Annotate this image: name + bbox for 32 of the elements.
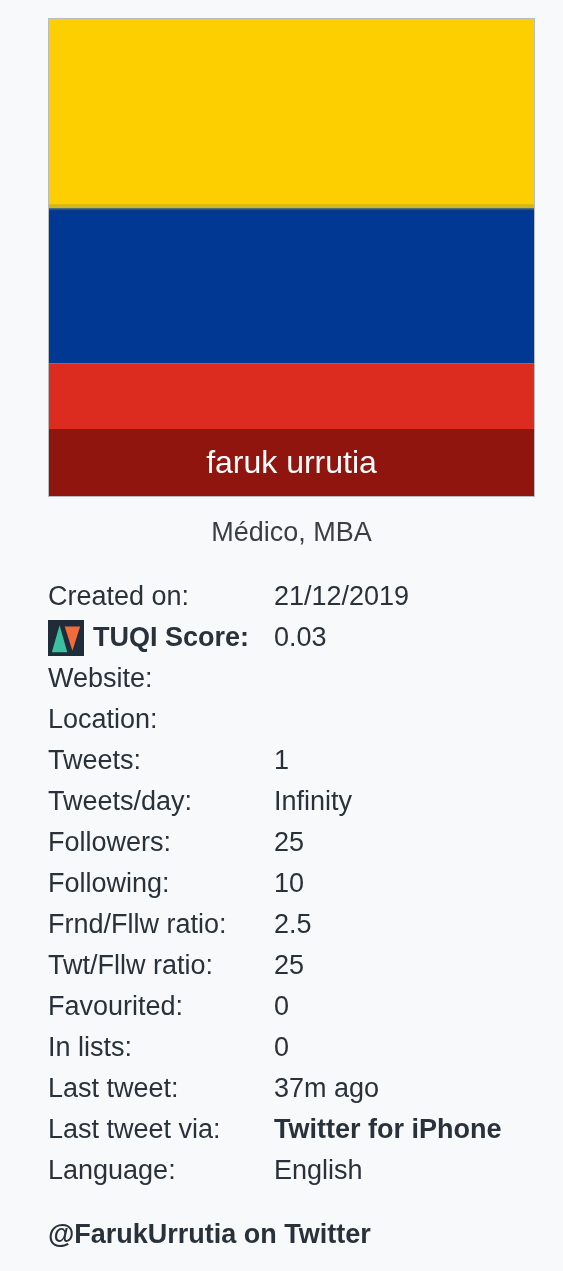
stat-label: Favourited: (48, 991, 184, 1022)
stat-label: TUQI Score: (93, 622, 250, 653)
stat-label: In lists: (48, 1032, 133, 1063)
score-logo-icon (48, 619, 84, 656)
stat-value: Twitter for iPhone (274, 1114, 502, 1145)
stat-value: 10 (274, 868, 305, 899)
profile-bio: Médico, MBA (210, 517, 373, 548)
stat-value: Infinity (274, 786, 353, 817)
stat-label: Language: (48, 1155, 176, 1186)
stat-value: English (274, 1155, 363, 1186)
stat-label: Followers: (48, 827, 172, 858)
stat-value: 25 (274, 950, 305, 981)
stat-value: 0 (274, 1032, 290, 1063)
stat-label: Website: (48, 663, 153, 694)
stat-label: Tweets: (48, 745, 142, 776)
stat-label: Twt/Fllw ratio: (48, 950, 214, 981)
stat-value: 37m ago (274, 1073, 380, 1104)
stat-value: 21/12/2019 (274, 581, 410, 612)
stat-label: Last tweet via: (48, 1114, 221, 1145)
stat-label: Location: (48, 704, 158, 735)
stat-label: Tweets/day: (48, 786, 193, 817)
stat-value: 1 (274, 745, 290, 776)
profile-name: faruk urrutia (206, 444, 377, 481)
stat-value: 2.5 (274, 909, 312, 940)
stat-value: 25 (274, 827, 305, 858)
stat-label: Last tweet: (48, 1073, 179, 1104)
stat-value: 0 (274, 991, 290, 1022)
stat-label: Frnd/Fllw ratio: (48, 909, 227, 940)
stat-label: Following: (48, 868, 170, 899)
stat-value: 0.03 (274, 622, 327, 653)
stat-label: Created on: (48, 581, 190, 612)
twitter-profile-link[interactable]: @FarukUrrutia on Twitter (48, 1219, 371, 1250)
